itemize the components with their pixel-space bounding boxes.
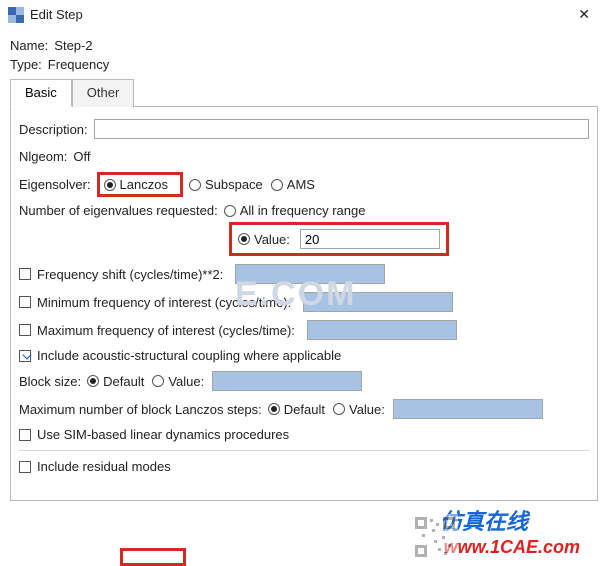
chk-sim[interactable]: Use SIM-based linear dynamics procedures [19, 427, 289, 442]
num-eig-label: Number of eigenvalues requested: [19, 203, 218, 218]
radio-all-freq-label: All in frequency range [240, 203, 366, 218]
radio-block-default[interactable]: Default [87, 374, 144, 389]
separator [19, 450, 589, 451]
titlebar: Edit Step ✕ [0, 0, 608, 30]
ok-button-highlight [120, 548, 186, 566]
description-row: Description: [19, 119, 589, 139]
min-freq-row: Minimum frequency of interest (cycles/ti… [19, 292, 589, 312]
chk-acoustic[interactable]: Include acoustic-structural coupling whe… [19, 348, 341, 363]
acoustic-label: Include acoustic-structural coupling whe… [37, 348, 341, 363]
min-freq-field[interactable] [303, 292, 453, 312]
max-block-label: Maximum number of block Lanczos steps: [19, 402, 262, 417]
chk-max-freq[interactable]: Maximum frequency of interest (cycles/ti… [19, 323, 295, 338]
radio-maxblock-value[interactable]: Value: [333, 402, 385, 417]
radio-subspace-label: Subspace [205, 177, 263, 192]
residual-label: Include residual modes [37, 459, 171, 474]
max-freq-field[interactable] [307, 320, 457, 340]
radio-subspace[interactable]: Subspace [189, 177, 263, 192]
num-eig-row: Number of eigenvalues requested: All in … [19, 203, 589, 218]
freq-shift-label: Frequency shift (cycles/time)**2: [37, 267, 223, 282]
sim-row: Use SIM-based linear dynamics procedures [19, 427, 589, 442]
radio-all-freq[interactable]: All in frequency range [224, 203, 366, 218]
description-input[interactable] [94, 119, 589, 139]
chk-residual[interactable]: Include residual modes [19, 459, 171, 474]
max-block-field[interactable] [393, 399, 543, 419]
app-icon [8, 7, 24, 23]
tab-basic[interactable]: Basic [10, 79, 72, 107]
footer-url: www.1CAE.com [444, 537, 580, 558]
nlgeom-label: Nlgeom: [19, 149, 67, 164]
type-row: Type: Frequency [10, 57, 598, 72]
qr-icon [412, 514, 458, 560]
radio-maxblock-value-label: Value: [349, 402, 385, 417]
chk-freq-shift[interactable]: Frequency shift (cycles/time)**2: [19, 267, 223, 282]
nlgeom-row: Nlgeom: Off [19, 149, 589, 164]
residual-row: Include residual modes [19, 459, 589, 474]
radio-block-default-label: Default [103, 374, 144, 389]
eigensolver-label: Eigensolver: [19, 177, 91, 192]
tabs: Basic Other [10, 78, 598, 107]
description-label: Description: [19, 122, 88, 137]
type-value: Frequency [48, 57, 109, 72]
window-title: Edit Step [30, 7, 568, 22]
tab-body-basic: Description: Nlgeom: Off Eigensolver: La… [10, 107, 598, 501]
radio-ams[interactable]: AMS [271, 177, 315, 192]
acoustic-row: Include acoustic-structural coupling whe… [19, 348, 589, 363]
max-freq-row: Maximum frequency of interest (cycles/ti… [19, 320, 589, 340]
name-row: Name: Step-2 [10, 38, 598, 53]
radio-ams-label: AMS [287, 177, 315, 192]
eigensolver-row: Eigensolver: Lanczos Subspace AMS [19, 172, 589, 197]
radio-block-value-label: Value: [168, 374, 204, 389]
name-value: Step-2 [54, 38, 92, 53]
radio-value-label: Value: [254, 232, 290, 247]
freq-shift-row: Frequency shift (cycles/time)**2: [19, 264, 589, 284]
min-freq-label: Minimum frequency of interest (cycles/ti… [37, 295, 291, 310]
name-label: Name: [10, 38, 48, 53]
radio-block-value[interactable]: Value: [152, 374, 204, 389]
type-label: Type: [10, 57, 42, 72]
tab-other[interactable]: Other [72, 79, 135, 107]
radio-lanczos[interactable]: Lanczos [104, 177, 168, 192]
chk-min-freq[interactable]: Minimum frequency of interest (cycles/ti… [19, 295, 291, 310]
freq-shift-field[interactable] [235, 264, 385, 284]
num-eig-value-row: Value: [229, 222, 589, 256]
block-size-label: Block size: [19, 374, 81, 389]
radio-value[interactable]: Value: [238, 232, 290, 247]
radio-lanczos-label: Lanczos [120, 177, 168, 192]
max-freq-label: Maximum frequency of interest (cycles/ti… [37, 323, 295, 338]
block-size-row: Block size: Default Value: [19, 371, 589, 391]
max-block-row: Maximum number of block Lanczos steps: D… [19, 399, 589, 419]
block-size-field[interactable] [212, 371, 362, 391]
radio-maxblock-default-label: Default [284, 402, 325, 417]
radio-maxblock-default[interactable]: Default [268, 402, 325, 417]
close-button[interactable]: ✕ [568, 2, 600, 27]
nlgeom-value: Off [73, 149, 90, 164]
sim-label: Use SIM-based linear dynamics procedures [37, 427, 289, 442]
num-eig-value-input[interactable] [300, 229, 440, 249]
content: Name: Step-2 Type: Frequency Basic Other… [0, 30, 608, 501]
